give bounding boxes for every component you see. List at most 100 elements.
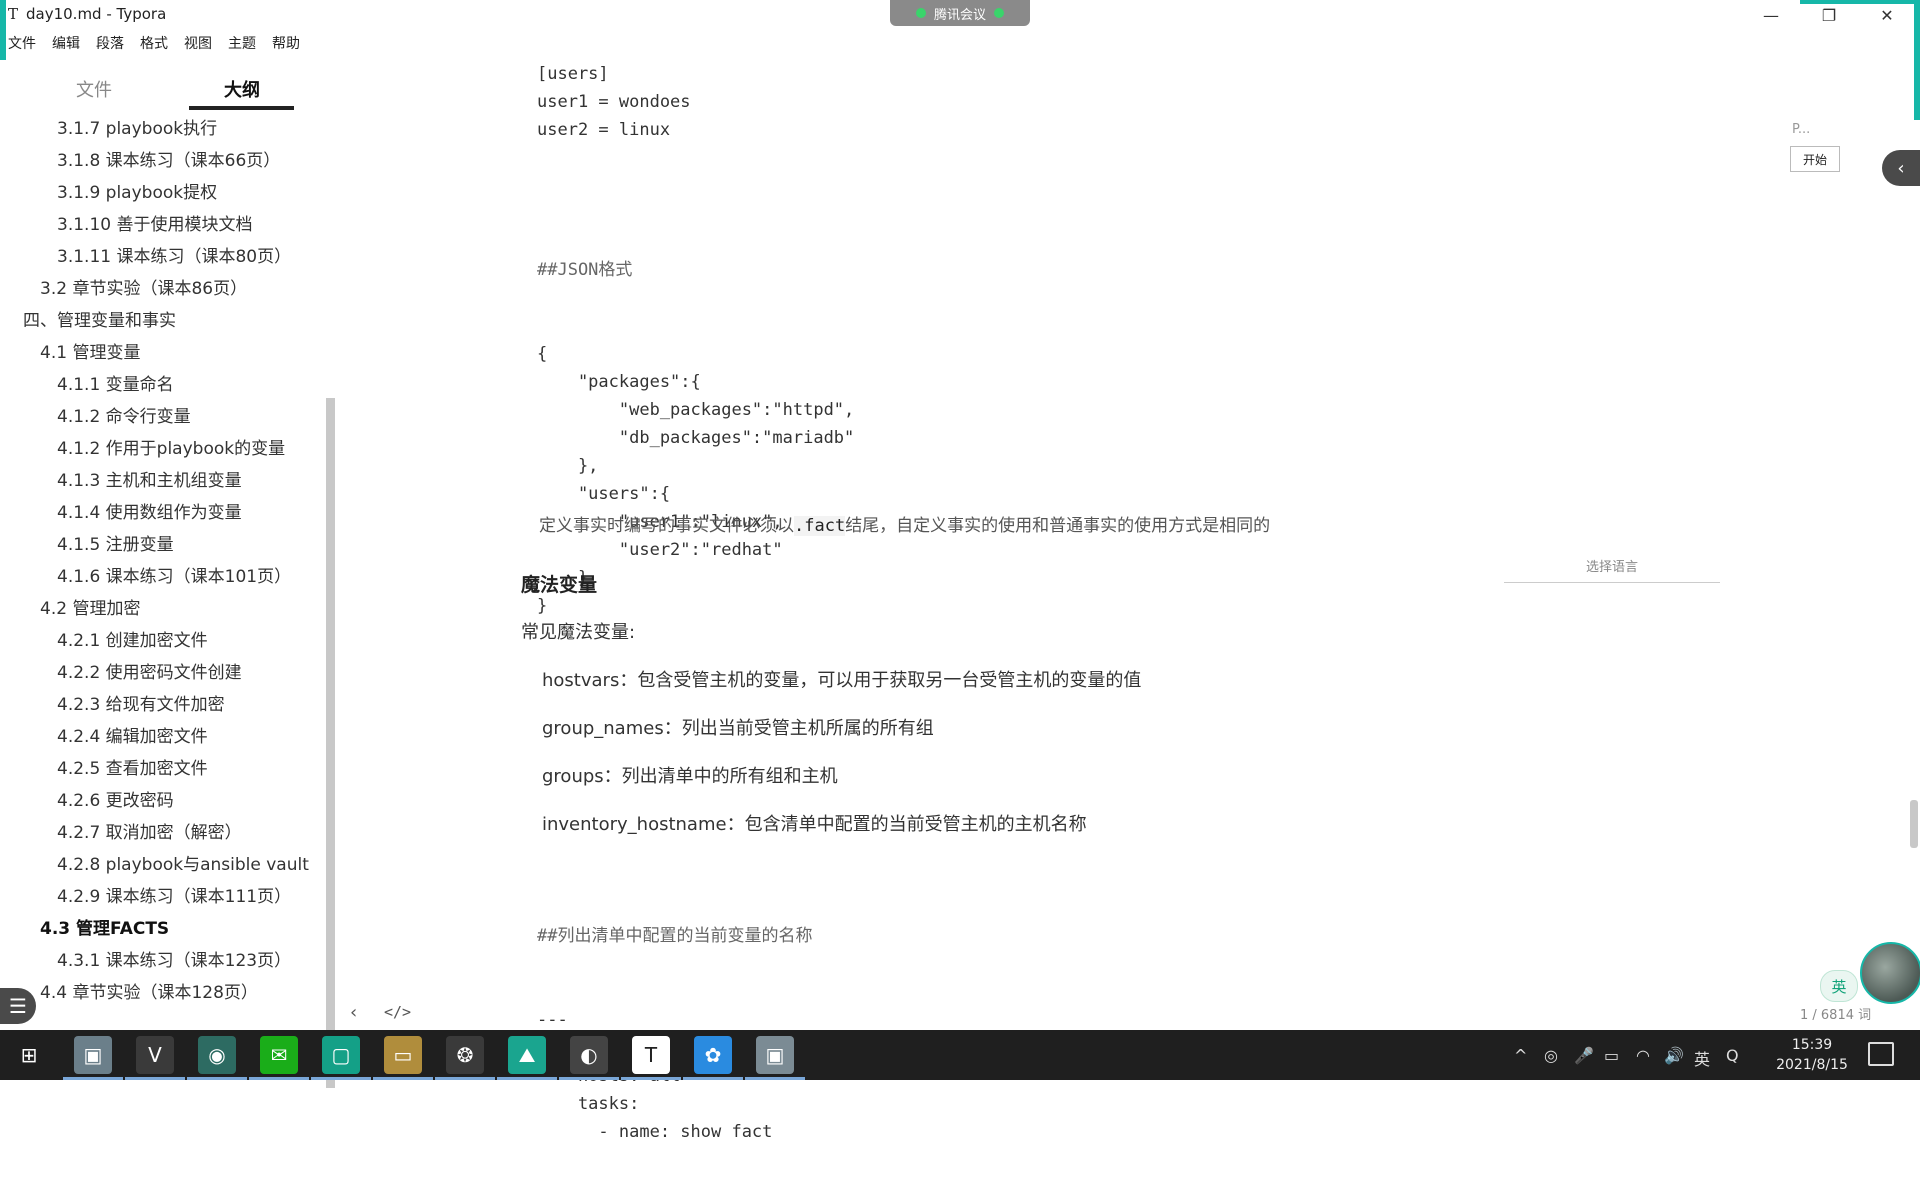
outline-item[interactable]: 4.1.2 命令行变量 bbox=[57, 402, 191, 427]
outline-sidebar: 文件 大纲 3.1.7 playbook执行 3.1.8 课本练习（课本66页） 3… bbox=[0, 60, 335, 1088]
editor-area[interactable]: [users] user1 = wondoes user2 = linux ##JS… bbox=[340, 55, 1900, 1142]
floating-widget-label: P... bbox=[1792, 122, 1811, 137]
outline-item[interactable]: 3.1.11 课本练习（课本80页） bbox=[57, 242, 291, 267]
meeting-floating-bar[interactable]: 腾讯会议 bbox=[890, 0, 1030, 26]
outline-item[interactable]: 3.1.10 善于使用模块文档 bbox=[57, 210, 252, 235]
tray-icon[interactable]: 🔊 bbox=[1664, 1046, 1684, 1065]
outline-item[interactable]: 4.3 管理FACTS bbox=[40, 914, 169, 939]
browser-icon[interactable]: ◉ bbox=[198, 1036, 236, 1074]
outline-item[interactable]: 4.2.3 给现有文件加密 bbox=[57, 690, 225, 715]
outline-item[interactable]: 4.3.1 课本练习（课本123页） bbox=[57, 946, 291, 971]
notification-icon[interactable] bbox=[1868, 1042, 1894, 1066]
tray-icon[interactable]: Q bbox=[1726, 1046, 1739, 1065]
minimize-button[interactable]: — bbox=[1742, 0, 1800, 30]
v-app-icon[interactable]: V bbox=[136, 1036, 174, 1074]
magic-intro: 常见魔法变量: bbox=[521, 622, 636, 643]
outline-item[interactable]: 4.2.2 使用密码文件创建 bbox=[57, 658, 242, 683]
sidebar-scrollbar-thumb[interactable] bbox=[326, 398, 335, 1088]
menu-item[interactable]: 段落 bbox=[88, 31, 132, 55]
clock-time: 15:39 bbox=[1791, 1037, 1833, 1053]
tab-files[interactable]: 文件 bbox=[76, 76, 112, 102]
ime-language-badge[interactable]: 英 bbox=[1820, 970, 1858, 1002]
tray-icon[interactable]: 英 bbox=[1694, 1046, 1710, 1070]
outline-item[interactable]: 4.2 管理加密 bbox=[40, 594, 140, 619]
outline-item[interactable]: 4.1.3 主机和主机组变量 bbox=[57, 466, 242, 491]
language-select[interactable]: 选择语言 bbox=[1504, 556, 1720, 583]
outline-item[interactable]: 4.2.7 取消加密（解密） bbox=[57, 818, 242, 843]
code-line: user2 = linux bbox=[537, 120, 671, 140]
outline-item[interactable]: 4.2.4 编辑加密文件 bbox=[57, 722, 208, 747]
magic-var-inventory-hostname: inventory_hostname：包含清单中配置的当前受管主机的主机名称 bbox=[542, 814, 1087, 835]
restore-button[interactable]: ❐ bbox=[1800, 0, 1858, 30]
fact-note-suffix: 结尾，自定义事实的使用和普通事实的使用方式是相同的 bbox=[845, 516, 1271, 536]
active-tab-indicator bbox=[189, 106, 294, 110]
menu-item[interactable]: 帮助 bbox=[264, 31, 308, 55]
tray-icon[interactable]: ◎ bbox=[1544, 1046, 1558, 1065]
wechat-icon[interactable]: ✉ bbox=[260, 1036, 298, 1074]
chevron-left-icon[interactable]: ‹ bbox=[1882, 150, 1920, 186]
music-app-icon[interactable]: ◐ bbox=[570, 1036, 608, 1074]
outline-item[interactable]: 3.1.7 playbook执行 bbox=[57, 114, 217, 139]
fact-note[interactable]: 定义事实时编写的事实文件必须以.fact结尾，自定义事实的使用和普通事实的使用方… bbox=[539, 511, 1270, 536]
word-count[interactable]: 1 / 6814 词 bbox=[1800, 1004, 1871, 1023]
json-comment: ##JSON格式 bbox=[537, 260, 633, 280]
mountain-app-icon[interactable]: ⛰ bbox=[508, 1036, 546, 1074]
windows-start-icon[interactable]: ⊞ bbox=[10, 1036, 48, 1074]
code-line: { bbox=[537, 344, 548, 364]
outline-item[interactable]: 4.2.5 查看加密文件 bbox=[57, 754, 208, 779]
json-code-block[interactable]: ##JSON格式 { "packages":{ "web_packages":"… bbox=[537, 200, 854, 676]
outline-item[interactable]: 4.1.1 变量命名 bbox=[57, 370, 174, 395]
outline-toggle-icon[interactable]: ☰ bbox=[0, 988, 36, 1024]
code-line: "web_packages":"httpd", bbox=[537, 400, 855, 420]
outline-item[interactable]: 四、管理变量和事实 bbox=[23, 306, 176, 331]
image-viewer-icon[interactable]: ▣ bbox=[756, 1036, 794, 1074]
outline-item[interactable]: 3.1.9 playbook提权 bbox=[57, 178, 217, 203]
tray-icon[interactable]: ▭ bbox=[1604, 1046, 1619, 1065]
avatar[interactable] bbox=[1860, 942, 1920, 1004]
menu-item[interactable]: 文件 bbox=[0, 31, 44, 55]
close-button[interactable]: ✕ bbox=[1858, 0, 1916, 30]
menu-item[interactable]: 格式 bbox=[132, 31, 176, 55]
file-explorer-icon[interactable]: ▭ bbox=[384, 1036, 422, 1074]
screen-share-border-right bbox=[1914, 0, 1920, 120]
outline-item[interactable]: 3.2 章节实验（课本86页） bbox=[40, 274, 247, 299]
menu-item[interactable]: 主题 bbox=[220, 31, 264, 55]
ini-code-block[interactable]: [users] user1 = wondoes user2 = linux bbox=[537, 60, 691, 144]
code-line: [users] bbox=[537, 64, 609, 84]
meeting-app-icon[interactable]: ✿ bbox=[694, 1036, 732, 1074]
outline-item[interactable]: 4.1.6 课本练习（课本101页） bbox=[57, 562, 291, 587]
remote-app-icon[interactable]: ▢ bbox=[322, 1036, 360, 1074]
sidebar-tabs: 文件 大纲 bbox=[0, 60, 335, 112]
outline-item[interactable]: 3.1.8 课本练习（课本66页） bbox=[57, 146, 280, 171]
magic-var-hostvars: hostvars：包含受管主机的变量，可以用于获取另一台受管主机的变量的值 bbox=[542, 670, 1142, 691]
outline-item[interactable]: 4.2.1 创建加密文件 bbox=[57, 626, 208, 651]
start-button[interactable]: 开始 bbox=[1790, 146, 1840, 172]
meeting-label: 腾讯会议 bbox=[933, 7, 986, 23]
tray-icon[interactable]: ^ bbox=[1514, 1046, 1527, 1065]
outline-item[interactable]: 4.1.2 作用于playbook的变量 bbox=[57, 434, 285, 459]
code-line: "users":{ bbox=[537, 484, 671, 504]
tray-icon[interactable]: ◠ bbox=[1636, 1046, 1650, 1065]
code-line: "user2":"redhat" bbox=[537, 540, 783, 560]
tray-icon[interactable]: 🎤 bbox=[1574, 1046, 1594, 1065]
outline-item[interactable]: 4.2.9 课本练习（课本111页） bbox=[57, 882, 291, 907]
document-scrollbar-thumb[interactable] bbox=[1910, 800, 1918, 848]
swirl-app-icon[interactable]: ❂ bbox=[446, 1036, 484, 1074]
outline-item[interactable]: 4.2.6 更改密码 bbox=[57, 786, 174, 811]
outline-item[interactable]: 4.2.8 playbook与ansible vault bbox=[57, 850, 309, 875]
outline-item[interactable]: 4.1.5 注册变量 bbox=[57, 530, 174, 555]
tab-outline[interactable]: 大纲 bbox=[224, 76, 260, 102]
title-bar: T day10.md - Typora 腾讯会议 — ❐ ✕ bbox=[0, 0, 1920, 30]
outline-item[interactable]: 4.1.4 使用数组作为变量 bbox=[57, 498, 242, 523]
menu-item[interactable]: 视图 bbox=[176, 31, 220, 55]
photo-app-icon[interactable]: ▣ bbox=[74, 1036, 112, 1074]
outline-item[interactable]: 4.1 管理变量 bbox=[40, 338, 140, 363]
typora-icon[interactable]: T bbox=[632, 1036, 670, 1074]
fact-note-prefix: 定义事实时编写的事实文件必须以 bbox=[539, 516, 794, 536]
outline-item[interactable]: 4.4 章节实验（课本128页） bbox=[40, 978, 258, 1003]
code-line: user1 = wondoes bbox=[537, 92, 691, 112]
system-clock[interactable]: 15:39 2021/8/15 bbox=[1770, 1035, 1854, 1075]
menu-item[interactable]: 编辑 bbox=[44, 31, 88, 55]
menu-bar: 文件 编辑 段落 格式 视图 主题 帮助 bbox=[0, 31, 308, 55]
code-line: - name: show fact bbox=[537, 1122, 773, 1142]
